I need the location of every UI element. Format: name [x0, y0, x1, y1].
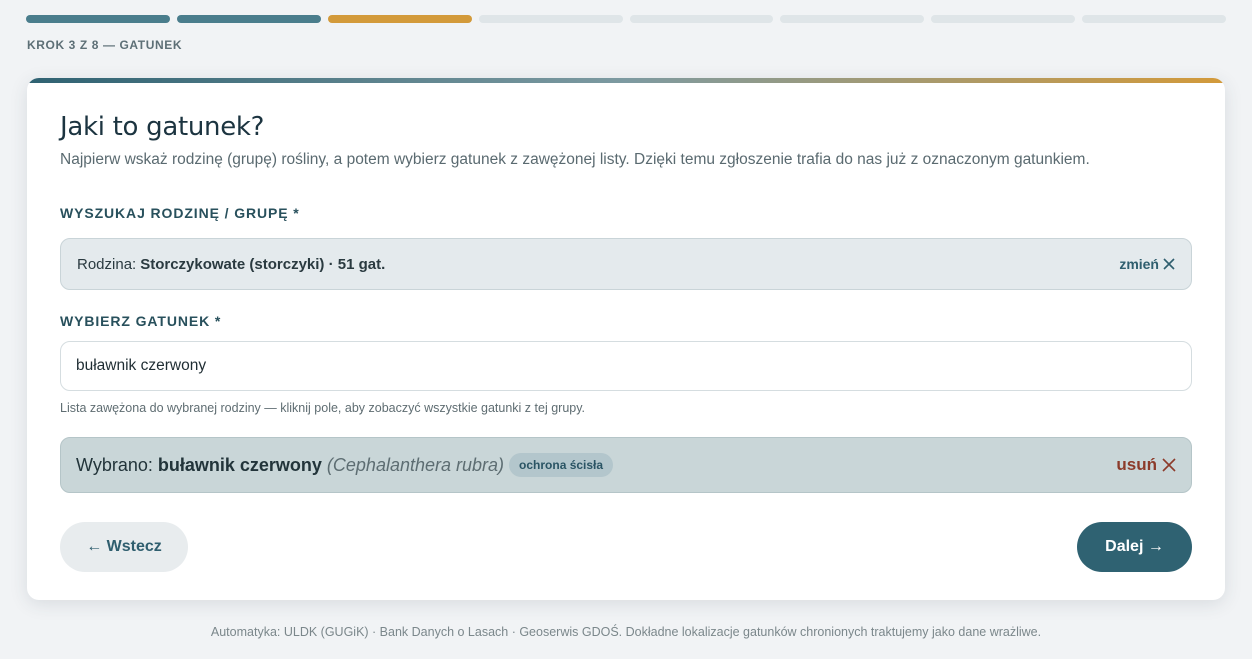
remove-species-button[interactable]: usuń	[1116, 455, 1176, 475]
selected-prefix: Wybrano:	[76, 454, 153, 475]
species-input[interactable]	[60, 341, 1192, 391]
remove-species-label: usuń	[1116, 455, 1157, 474]
close-icon	[1163, 258, 1175, 270]
protection-badge: ochrona ścisła	[509, 453, 614, 477]
family-field-label: WYSZUKAJ RODZINĘ / GRUPĘ *	[60, 205, 300, 221]
species-hint: Lista zawężona do wybranej rodziny — kli…	[60, 401, 586, 415]
next-button[interactable]: Dalej →	[1077, 522, 1192, 572]
page-subtitle: Najpierw wskaż rodzinę (grupę) rośliny, …	[60, 151, 1090, 168]
progress-segment-3	[327, 15, 472, 23]
change-family-label: zmień	[1119, 256, 1159, 272]
selected-name: buławnik czerwony	[157, 454, 322, 475]
back-button[interactable]: ← Wstecz	[60, 522, 188, 572]
step-label: KROK 3 Z 8 — GATUNEK	[27, 38, 183, 52]
progress-segment-4	[478, 15, 623, 23]
progress-bar	[26, 15, 1226, 23]
progress-segment-7	[931, 15, 1076, 23]
progress-segment-8	[1082, 15, 1226, 23]
family-prefix: Rodzina:	[77, 255, 137, 273]
selected-species: Wybrano: buławnik czerwony (Cephalanther…	[60, 437, 1192, 493]
progress-segment-6	[780, 15, 925, 23]
family-selection: Rodzina: Storczykowate (storczyki) · 51 …	[60, 238, 1192, 290]
species-card: Jaki to gatunek? Najpierw wskaż rodzinę …	[27, 78, 1225, 600]
close-icon	[1162, 458, 1176, 472]
page-title: Jaki to gatunek?	[60, 112, 265, 142]
progress-segment-2	[176, 15, 321, 23]
progress-segment-5	[629, 15, 774, 23]
species-field-label: WYBIERZ GATUNEK *	[60, 313, 222, 329]
card-accent-bar	[27, 78, 1225, 83]
footer-note: Automatyka: ULDK (GUGiK) · Bank Danych o…	[210, 625, 1042, 639]
family-value: Storczykowate (storczyki) · 51 gat.	[140, 255, 386, 273]
change-family-button[interactable]: zmień	[1119, 256, 1175, 272]
progress-segment-1	[26, 15, 170, 23]
selected-latin-name: (Cephalanthera rubra)	[326, 454, 505, 475]
